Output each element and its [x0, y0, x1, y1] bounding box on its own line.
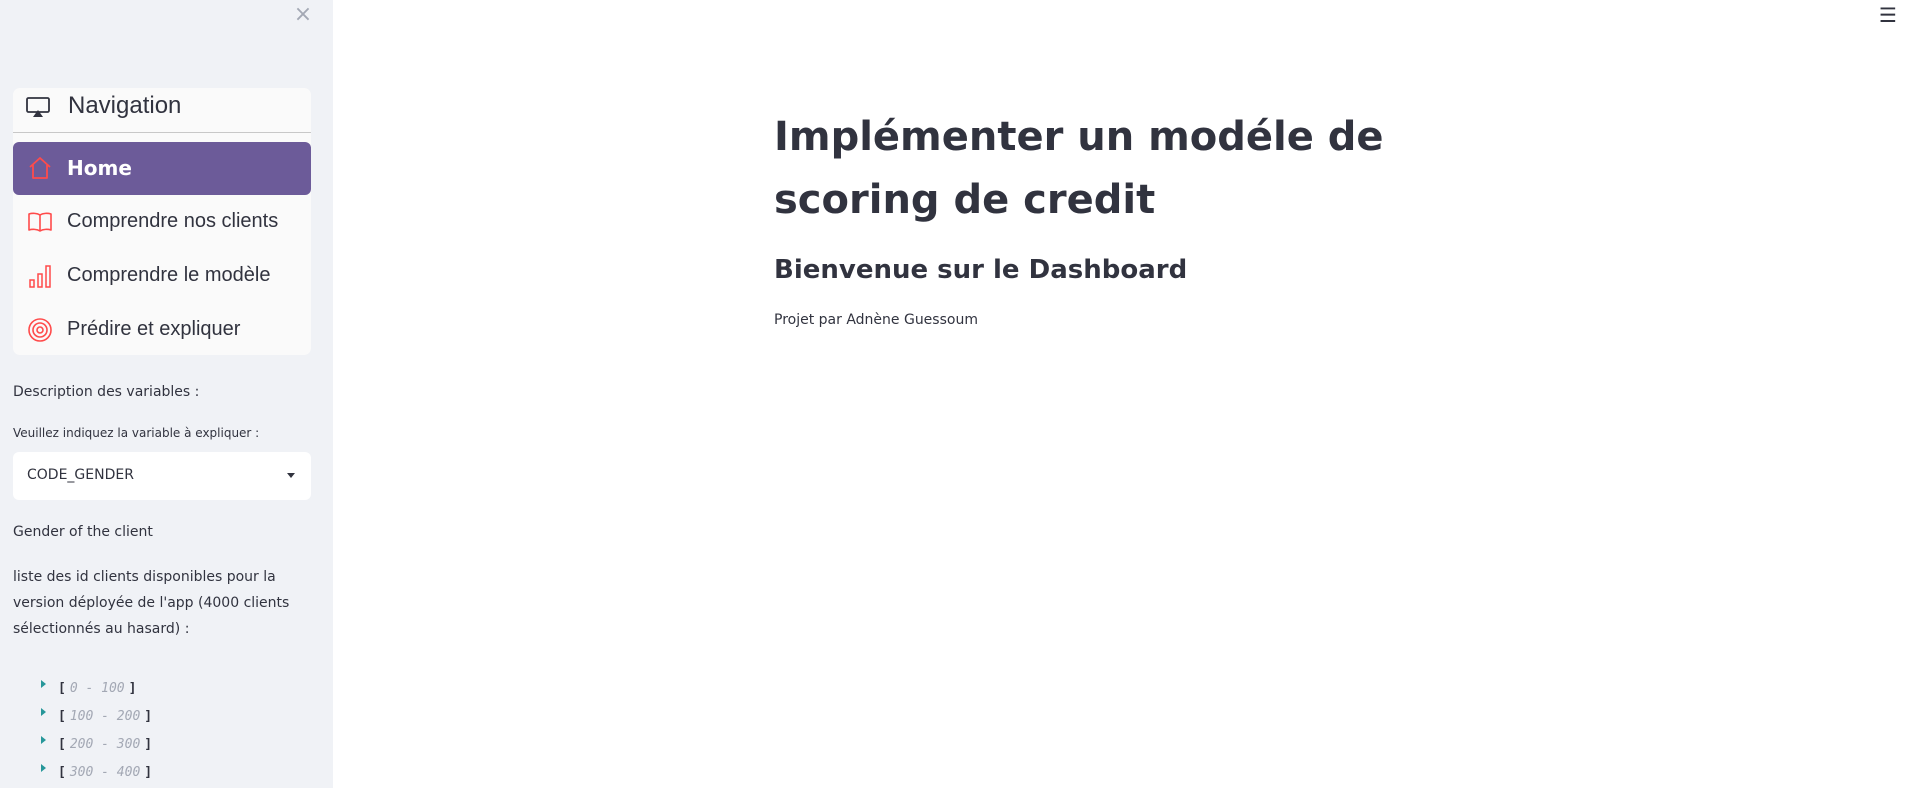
variables-heading: Description des variables : [13, 384, 200, 400]
menu-icon[interactable]: ☰ [1873, 2, 1903, 28]
range-item-0-100[interactable]: [0 - 100] [41, 680, 136, 700]
range-item-200-300[interactable]: [200 - 300] [41, 736, 152, 756]
sidebar: × Navigation Home Comprendre nos clients [0, 0, 333, 788]
range-item-300-400[interactable]: [300 - 400] [41, 764, 152, 784]
chevron-down-icon [287, 473, 295, 478]
variable-select-label: Veuillez indiquez la variable à explique… [13, 426, 260, 440]
nav-item-comprendre-clients[interactable]: Comprendre nos clients [13, 196, 311, 249]
clients-info-line: version déployée de l'app (4000 clients [13, 595, 290, 611]
expand-arrow-icon [41, 764, 46, 772]
navigation-menu: Navigation Home Comprendre nos clients C… [13, 88, 311, 355]
nav-item-comprendre-modele[interactable]: Comprendre le modèle [13, 250, 311, 303]
page-subtitle: Bienvenue sur le Dashboard [774, 255, 1188, 285]
close-sidebar-icon[interactable]: × [292, 3, 314, 27]
variable-select[interactable]: CODE_GENDER [13, 452, 311, 500]
nav-item-label: Prédire et expliquer [67, 318, 241, 340]
expand-arrow-icon [41, 680, 46, 688]
variable-description: Gender of the client [13, 524, 153, 540]
house-icon [29, 157, 51, 179]
expand-arrow-icon [41, 708, 46, 716]
clients-info-line: liste des id clients disponibles pour la [13, 569, 276, 585]
variable-select-value: CODE_GENDER [27, 467, 134, 483]
nav-item-home[interactable]: Home [13, 142, 311, 195]
nav-item-predire-expliquer[interactable]: Prédire et expliquer [13, 304, 311, 357]
navigation-title: Navigation [68, 92, 182, 119]
nav-item-label: Home [67, 156, 132, 180]
range-item-100-200[interactable]: [100 - 200] [41, 708, 152, 728]
nav-item-label: Comprendre le modèle [67, 264, 271, 286]
clients-info-line: sélectionnés au hasard) : [13, 621, 190, 637]
tv-icon [26, 97, 50, 117]
target-icon [28, 318, 52, 342]
book-icon [28, 212, 52, 232]
author-credit: Projet par Adnène Guessoum [774, 312, 978, 328]
expand-arrow-icon [41, 736, 46, 744]
navigation-header: Navigation [13, 88, 311, 133]
clients-info-text: liste des id clients disponibles pour la… [13, 564, 289, 642]
nav-item-label: Comprendre nos clients [67, 210, 279, 232]
page-title: Implémenter un modéle de scoring de cred… [774, 114, 1384, 223]
bar-chart-icon [29, 265, 51, 288]
